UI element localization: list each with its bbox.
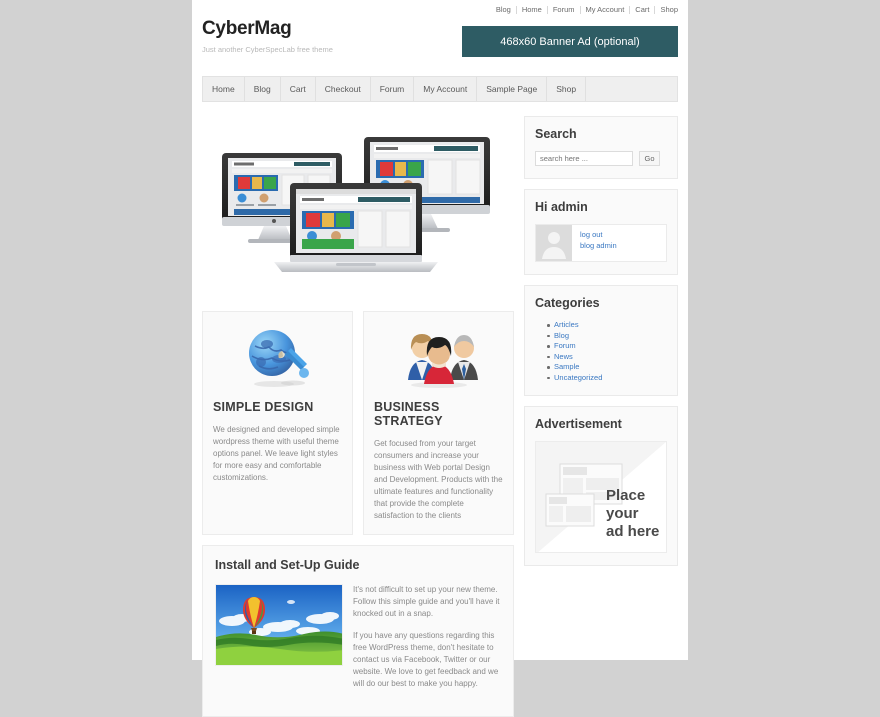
menu-item-checkout[interactable]: Checkout — [316, 77, 371, 101]
search-input[interactable] — [535, 151, 633, 166]
banner-ad[interactable]: 468x60 Banner Ad (optional) — [462, 26, 678, 57]
globe-paintbrush-icon — [213, 322, 342, 394]
category-link-uncategorized[interactable]: Uncategorized — [554, 373, 602, 382]
category-link-blog[interactable]: Blog — [554, 331, 569, 340]
category-item[interactable]: Blog — [547, 331, 667, 342]
ad-placeholder-graphic: Place your ad here — [536, 442, 666, 552]
menu-item-sample-page[interactable]: Sample Page — [477, 77, 548, 101]
feature-text: Get focused from your target consumers a… — [374, 439, 503, 520]
site-container: Blog Home Forum My Account Cart Shop Cyb… — [192, 0, 688, 717]
install-guide-section: Install and Set-Up Guide It's not diffic… — [202, 545, 514, 717]
widget-title-advertisement: Advertisement — [535, 417, 622, 431]
site-header: CyberMag Just another CyberSpecLab free … — [192, 16, 688, 68]
install-guide-text: It's not difficult to set up your new th… — [353, 584, 501, 700]
main-navigation: Home Blog Cart Checkout Forum My Account… — [202, 76, 678, 102]
widget-title-search: Search — [535, 127, 577, 141]
sidebar: Search Go Hi admin — [524, 116, 678, 717]
top-nav-link-my-account[interactable]: My Account — [581, 5, 631, 14]
user-links: log out blog admin — [572, 225, 617, 261]
business-people-icon — [374, 322, 503, 394]
widget-advertisement: Advertisement Place your ad here — [524, 406, 678, 566]
top-nav-link-shop[interactable]: Shop — [655, 5, 678, 14]
category-link-news[interactable]: News — [554, 352, 573, 361]
ad-line-2: your — [606, 505, 639, 522]
menu-item-home[interactable]: Home — [203, 77, 245, 101]
site-tagline: Just another CyberSpecLab free theme — [202, 45, 333, 54]
category-item[interactable]: Forum — [547, 341, 667, 352]
widget-categories: Categories Articles Blog Forum News Samp… — [524, 285, 678, 396]
widget-user: Hi admin log out blog admin — [524, 189, 678, 275]
widget-search: Search Go — [524, 116, 678, 179]
feature-title: BUSINESS STRATEGY — [374, 400, 443, 428]
category-link-forum[interactable]: Forum — [554, 341, 576, 350]
ad-placeholder[interactable]: Place your ad here — [535, 441, 667, 553]
devices-illustration — [222, 136, 490, 272]
hero-image — [202, 116, 514, 301]
feature-boxes: SIMPLE DESIGN We designed and developed … — [202, 311, 514, 535]
install-guide-title: Install and Set-Up Guide — [215, 558, 360, 572]
category-item[interactable]: Sample — [547, 362, 667, 373]
top-navigation: Blog Home Forum My Account Cart Shop — [192, 0, 688, 16]
category-link-sample[interactable]: Sample — [554, 362, 579, 371]
log-out-link[interactable]: log out — [580, 229, 617, 240]
widget-title-categories: Categories — [535, 296, 600, 310]
category-item[interactable]: News — [547, 352, 667, 363]
avatar — [536, 225, 572, 261]
feature-text: We designed and developed simple wordpre… — [213, 425, 340, 482]
feature-box-simple-design: SIMPLE DESIGN We designed and developed … — [202, 311, 353, 535]
menu-item-forum[interactable]: Forum — [371, 77, 415, 101]
top-nav-link-forum[interactable]: Forum — [548, 5, 581, 14]
feature-title: SIMPLE DESIGN — [213, 400, 314, 414]
menu-item-my-account[interactable]: My Account — [414, 77, 478, 101]
category-link-articles[interactable]: Articles — [554, 320, 579, 329]
widget-title-user: Hi admin — [535, 200, 588, 214]
install-paragraph-2: If you have any questions regarding this… — [353, 631, 499, 688]
ad-line-1: Place — [606, 487, 645, 504]
category-item[interactable]: Uncategorized — [547, 373, 667, 384]
site-title[interactable]: CyberMag — [202, 18, 462, 40]
balloon-photo — [215, 584, 343, 666]
menu-item-cart[interactable]: Cart — [281, 77, 316, 101]
menu-item-shop[interactable]: Shop — [547, 77, 587, 101]
ad-line-3: ad here — [606, 523, 659, 540]
page-background: Blog Home Forum My Account Cart Shop Cyb… — [0, 0, 880, 717]
top-nav-link-blog[interactable]: Blog — [491, 5, 517, 14]
category-item[interactable]: Articles — [547, 320, 667, 331]
feature-box-business-strategy: BUSINESS STRATEGY Get focused from your … — [363, 311, 514, 535]
top-nav-link-home[interactable]: Home — [517, 5, 548, 14]
search-go-button[interactable]: Go — [639, 151, 660, 166]
categories-list: Articles Blog Forum News Sample Uncatego… — [535, 320, 667, 383]
main-content: SIMPLE DESIGN We designed and developed … — [202, 116, 514, 717]
blog-admin-link[interactable]: blog admin — [580, 240, 617, 251]
menu-item-blog[interactable]: Blog — [245, 77, 281, 101]
install-paragraph-1: It's not difficult to set up your new th… — [353, 585, 500, 618]
branding: CyberMag Just another CyberSpecLab free … — [202, 16, 462, 54]
top-nav-link-cart[interactable]: Cart — [630, 5, 656, 14]
